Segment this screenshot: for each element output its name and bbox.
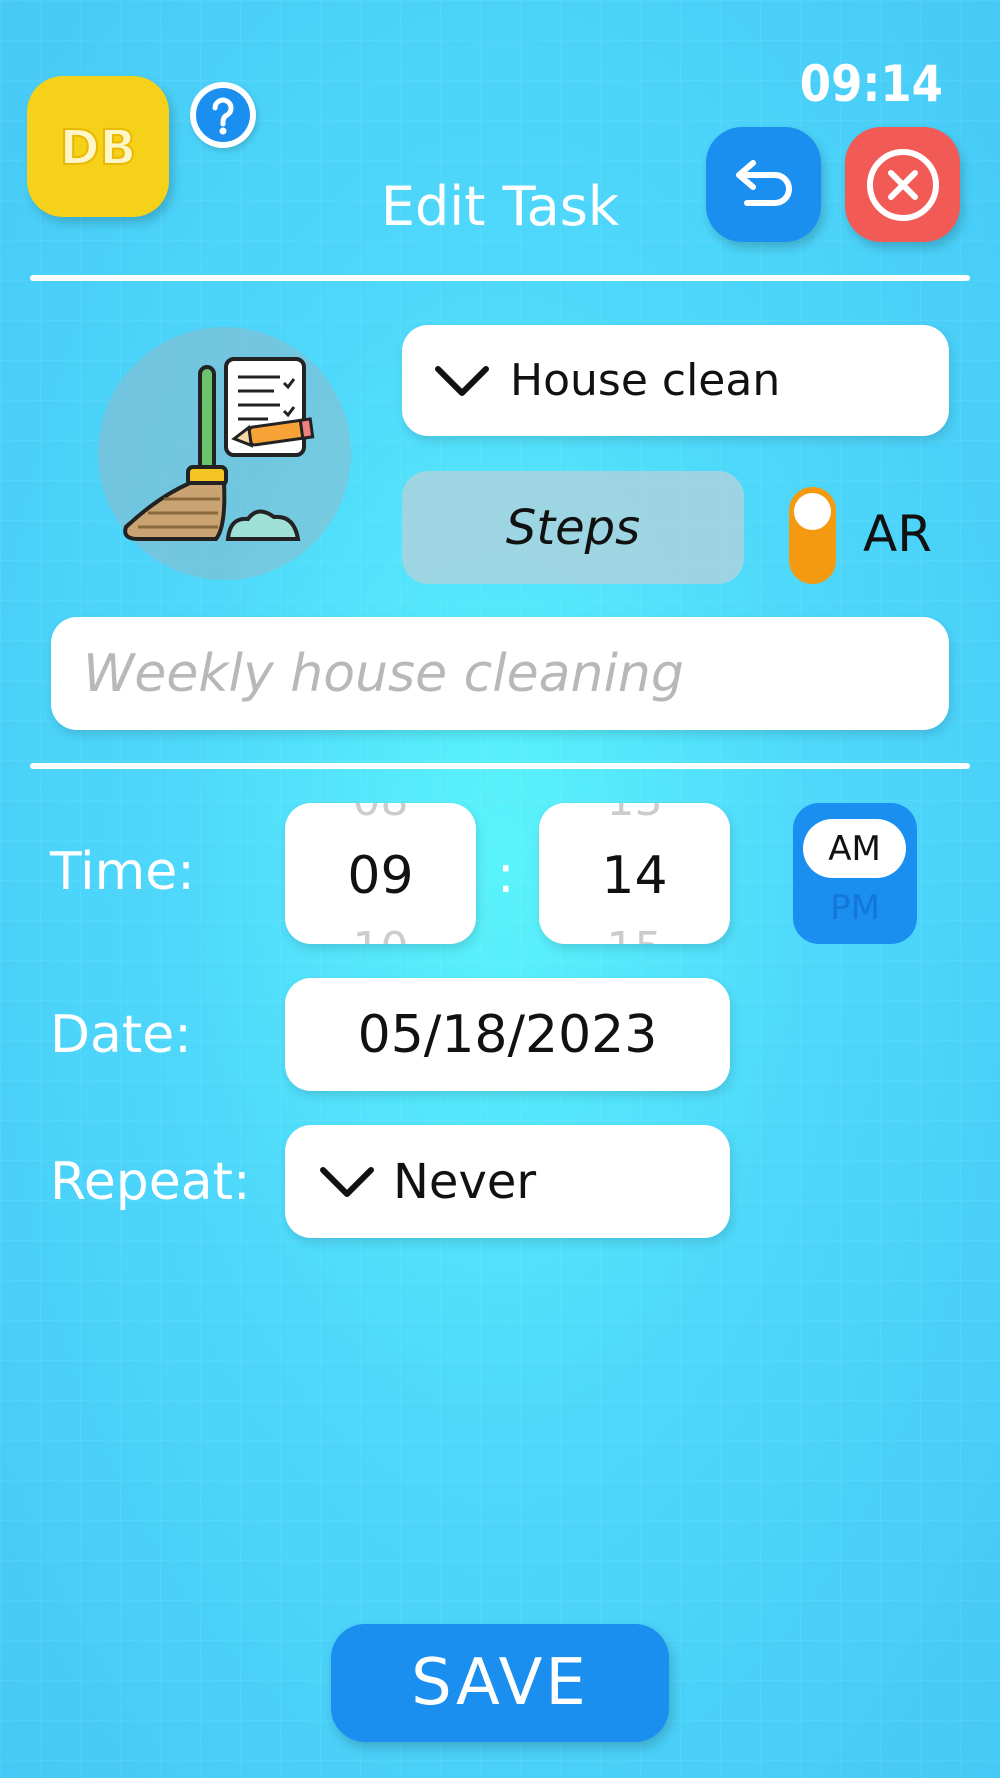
time-separator: : xyxy=(497,845,515,905)
steps-button[interactable]: Steps xyxy=(402,471,744,584)
ar-toggle[interactable] xyxy=(789,487,836,584)
date-field[interactable]: 05/18/2023 xyxy=(285,978,730,1091)
description-field[interactable] xyxy=(51,617,949,730)
chevron-down-icon xyxy=(320,1166,374,1197)
pm-option[interactable]: PM xyxy=(793,888,917,928)
save-button[interactable]: SAVE xyxy=(331,1624,669,1742)
clock: 09:14 xyxy=(799,55,943,113)
logo-text: DB xyxy=(60,120,136,176)
hour-prev: 08 xyxy=(285,803,476,826)
repeat-select[interactable]: Never xyxy=(285,1125,730,1238)
hour-next: 10 xyxy=(285,923,476,944)
date-value: 05/18/2023 xyxy=(357,1004,658,1065)
hour-picker[interactable]: 08 09 10 xyxy=(285,803,476,944)
ar-label: AR xyxy=(863,505,932,563)
category-select[interactable]: House clean xyxy=(402,325,949,436)
minute-next: 15 xyxy=(539,923,730,944)
save-label: SAVE xyxy=(411,1646,589,1720)
steps-label: Steps xyxy=(505,499,641,556)
ar-toggle-knob xyxy=(794,493,831,530)
header-divider xyxy=(30,275,970,281)
category-value: House clean xyxy=(510,355,781,406)
page-title: Edit Task xyxy=(380,175,620,238)
minute-prev: 13 xyxy=(539,803,730,826)
repeat-value: Never xyxy=(393,1153,537,1210)
am-pm-selector[interactable]: AM PM xyxy=(793,803,917,944)
question-mark-icon xyxy=(196,88,250,142)
minute-value: 14 xyxy=(601,846,668,906)
date-label: Date: xyxy=(50,1005,192,1065)
help-button[interactable] xyxy=(190,82,256,148)
minute-picker[interactable]: 13 14 15 xyxy=(539,803,730,944)
repeat-label: Repeat: xyxy=(50,1152,251,1212)
db-logo-icon: DB xyxy=(59,119,137,177)
broom-checklist-icon xyxy=(123,357,315,541)
description-input[interactable] xyxy=(81,642,949,705)
section-divider xyxy=(30,763,970,769)
task-illustration[interactable] xyxy=(98,327,351,580)
hour-value: 09 xyxy=(347,846,414,906)
chevron-down-icon xyxy=(435,365,489,396)
am-option[interactable]: AM xyxy=(803,819,906,878)
time-label: Time: xyxy=(50,842,195,902)
